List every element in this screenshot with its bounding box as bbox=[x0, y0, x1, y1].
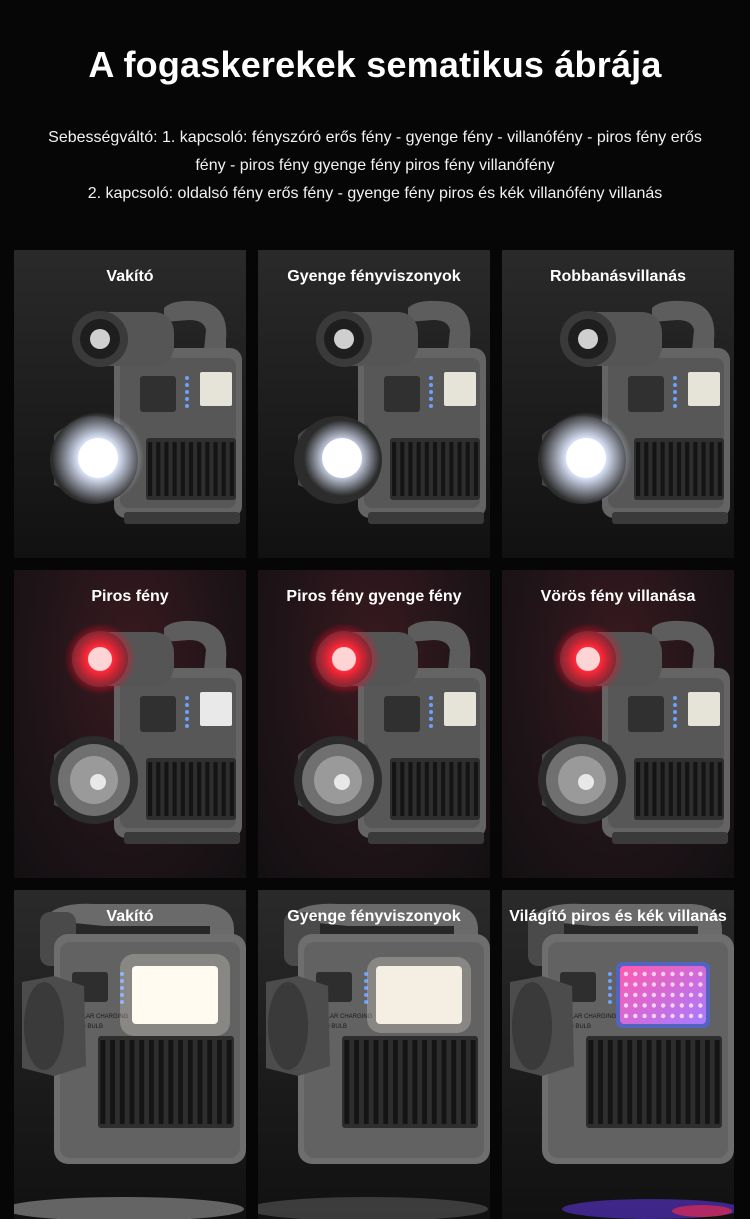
panel-label: Gyenge fényviszonyok bbox=[287, 908, 461, 925]
lamp-illustration: SOLAR CHARGINGLED BULB bbox=[14, 903, 246, 1219]
panel-label: Robbanásvillanás bbox=[549, 268, 687, 285]
lamp-illustration: SOLAR CHARGING bbox=[294, 300, 486, 524]
page-title: A fogaskerekek sematikus ábrája bbox=[88, 44, 662, 85]
mode-panel-red-strong: SOLAR CHARGING Piros fény bbox=[14, 570, 246, 878]
mode-panel-head-strong: SOLAR CHARGING Vakító bbox=[14, 250, 246, 558]
lamp-illustration: SOLAR CHARGING bbox=[50, 620, 242, 844]
mode-panel-red-weak: SOLAR CHARGING Piros fény gyenge fény bbox=[258, 570, 490, 878]
panel-label: Vakító bbox=[106, 908, 154, 925]
panel-label: Vörös fény villanása bbox=[540, 588, 696, 605]
lamp-illustration: SOLAR CHARGING bbox=[294, 620, 486, 844]
lamp-illustration: SOLAR CHARGINGLED BULB bbox=[258, 903, 490, 1219]
description-line-1: Sebességváltó: 1. kapcsoló: fényszóró er… bbox=[48, 129, 702, 146]
lamp-illustration: SOLAR CHARGING bbox=[538, 620, 730, 844]
panel-label: Piros fény bbox=[91, 588, 169, 605]
mode-panel-head-flash: SOLAR CHARGING Robbanásvillanás bbox=[502, 250, 734, 558]
panel-label: Vakító bbox=[106, 268, 154, 285]
mode-panel-head-weak: SOLAR CHARGING Gyenge fényviszonyok bbox=[258, 250, 490, 558]
panel-label: Piros fény gyenge fény bbox=[286, 588, 462, 605]
lamp-illustration: SOLAR CHARGING bbox=[538, 300, 730, 524]
mode-panel-side-strong: SOLAR CHARGING LED BULB Vakító bbox=[14, 890, 246, 1219]
lamp-illustration: SOLAR CHARGINGLED BULB bbox=[510, 903, 734, 1219]
mode-panel-red-flash: SOLAR CHARGING Vörös fény villanása bbox=[502, 570, 734, 878]
lamp-illustration: SOLAR CHARGING bbox=[50, 300, 242, 524]
description-line-3: 2. kapcsoló: oldalsó fény erős fény - gy… bbox=[87, 185, 663, 202]
panel-label: Gyenge fényviszonyok bbox=[287, 268, 461, 285]
panel-label: Világító piros és kék villanás bbox=[509, 908, 727, 925]
description-line-2: fény - piros fény gyenge fény piros fény… bbox=[195, 157, 555, 174]
mode-panel-side-weak: SOLAR CHARGING LED BULB Gyenge fényviszony… bbox=[258, 890, 490, 1219]
mode-panel-side-redblue: SOLAR CHARGING LED BULB Világító piros és … bbox=[502, 890, 734, 1219]
